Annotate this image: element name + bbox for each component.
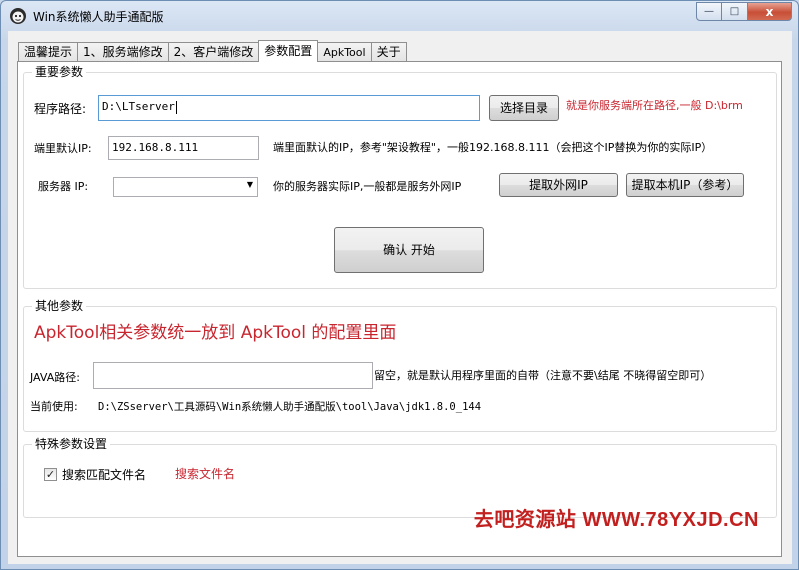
app-icon [10, 8, 26, 24]
maximize-button[interactable]: □ [722, 2, 748, 21]
title-bar[interactable]: Win系统懒人助手通配版 — □ x [1, 1, 798, 31]
tab-client-modify[interactable]: 2、客户端修改 [167, 42, 260, 62]
tab-tips[interactable]: 温馨提示 [18, 42, 79, 62]
site-watermark: 去吧资源站 WWW.78YXJD.CN [473, 509, 759, 531]
search-match-checkbox[interactable]: ✓ [44, 468, 57, 481]
tab-parameters[interactable]: 参数配置 [258, 40, 319, 62]
tab-server-modify[interactable]: 1、服务端修改 [77, 42, 169, 62]
tab-strip: 温馨提示 1、服务端修改 2、客户端修改 参数配置 ApkTool 关于 [18, 40, 407, 62]
other-params-group: 其他参数 ApkTool相关参数统一放到 ApkTool 的配置里面 JAVA路… [23, 298, 777, 432]
program-path-hint: 就是你服务端所在路径,一般 D:\brm [566, 99, 743, 112]
client-area: 温馨提示 1、服务端修改 2、客户端修改 参数配置 ApkTool 关于 重要参… [8, 31, 792, 564]
server-ip-select[interactable]: ▼ [113, 177, 258, 197]
default-ip-input[interactable]: 192.168.8.111 [108, 136, 259, 160]
browse-directory-button[interactable]: 选择目录 [489, 95, 559, 121]
window-controls: — □ x [696, 2, 792, 21]
tab-apktool[interactable]: ApkTool [317, 42, 372, 62]
text-caret [175, 100, 177, 114]
apktool-notice: ApkTool相关参数统一放到 ApkTool 的配置里面 [34, 323, 397, 343]
java-path-hint: 留空，就是默认用程序里面的自带（注意不要\结尾 不晓得留空即可） [374, 369, 712, 382]
default-ip-hint: 端里面默认的IP，参考"架设教程"，一般192.168.8.111（会把这个IP… [273, 141, 713, 154]
close-button[interactable]: x [748, 2, 792, 21]
program-path-input[interactable]: D:\LTserver [98, 95, 480, 121]
default-ip-value: 192.168.8.111 [112, 141, 199, 154]
window-title: Win系统懒人助手通配版 [33, 10, 164, 24]
program-path-value: D:\LTserver [102, 100, 175, 113]
important-params-title: 重要参数 [32, 64, 87, 80]
tab-panel-parameters: 重要参数 程序路径: D:\LTserver 选择目录 就是你服务端所在路径,一… [17, 61, 782, 557]
java-path-label: JAVA路径: [30, 371, 80, 384]
dropdown-arrow-icon: ▼ [246, 180, 253, 189]
tab-about[interactable]: 关于 [370, 42, 407, 62]
server-ip-label: 服务器 IP: [38, 180, 89, 193]
app-window: Win系统懒人助手通配版 — □ x 温馨提示 1、服务端修改 2、客户端修改 … [0, 0, 799, 570]
confirm-start-button[interactable]: 确认 开始 [334, 227, 484, 273]
current-use-label: 当前使用: [30, 400, 78, 413]
program-path-label: 程序路径: [34, 102, 87, 116]
search-filename-link[interactable]: 搜索文件名 [175, 466, 235, 482]
other-params-title: 其他参数 [32, 298, 87, 314]
search-match-label[interactable]: 搜索匹配文件名 [62, 467, 146, 483]
get-external-ip-button[interactable]: 提取外网IP [499, 173, 618, 197]
special-params-title: 特殊参数设置 [32, 436, 111, 452]
current-use-value: D:\ZSserver\工具源码\Win系统懒人助手通配版\tool\Java\… [98, 401, 482, 413]
java-path-input[interactable] [93, 362, 373, 389]
get-local-ip-button[interactable]: 提取本机IP（参考） [626, 173, 744, 197]
server-ip-hint: 你的服务器实际IP,一般都是服务外网IP [273, 180, 462, 193]
minimize-button[interactable]: — [696, 2, 722, 21]
default-ip-label: 端里默认IP: [34, 142, 92, 155]
important-params-group: 重要参数 程序路径: D:\LTserver 选择目录 就是你服务端所在路径,一… [23, 64, 777, 289]
